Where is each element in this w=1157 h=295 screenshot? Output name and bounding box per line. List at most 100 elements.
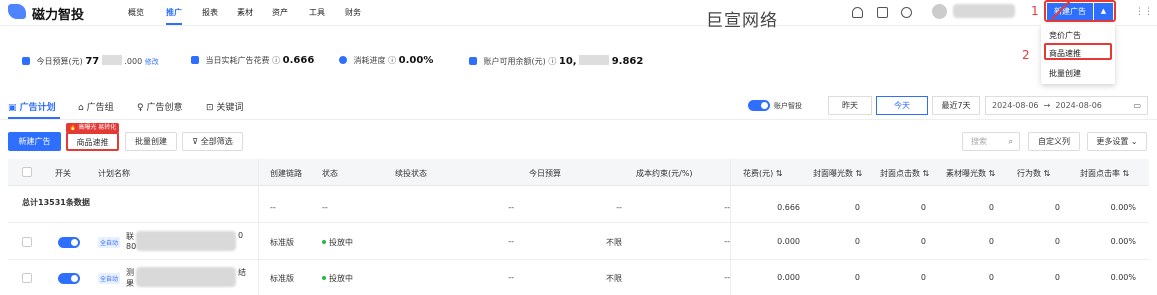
stat-spend-value: 0.666 (282, 55, 315, 66)
custom-columns-button[interactable]: 自定义列 (1028, 132, 1080, 151)
table-header: 开关 计划名称 创建链路 状态 续投状态 今日预算 成本约束(元/%) 花费(元… (8, 159, 1149, 186)
smart-toggle[interactable] (748, 100, 770, 111)
more-settings-label: 更多设置 (1096, 137, 1129, 146)
budget-icon (22, 57, 30, 65)
search-input[interactable]: 搜索 ⌕ (962, 132, 1020, 151)
search-placeholder: 搜索 (971, 137, 987, 146)
date-separator: → (1043, 101, 1051, 110)
plan-name-part[interactable]: 测 (126, 267, 134, 278)
col-spend[interactable]: 花费(元) ⇅ (743, 168, 783, 179)
date-last7-button[interactable]: 最近7天 (932, 96, 980, 115)
apps-grid-icon[interactable]: ⋮⋮ (1135, 7, 1153, 17)
nav-item-promote[interactable]: 推广 (166, 7, 182, 18)
col-cover-ctr-label: 封面点击率 (1080, 169, 1120, 178)
smart-toggle-label: 账户智投 (774, 102, 802, 110)
total-label: 总计13531条数据 (22, 198, 90, 207)
row-switch-toggle[interactable] (58, 237, 80, 248)
col-chain: 创建链路 (270, 169, 302, 178)
quick-promote-button[interactable]: 商品速推 (66, 132, 119, 151)
row-cost: -- (724, 237, 730, 246)
quick-promote-badge-text: 高曝光 易转化 (78, 124, 117, 131)
tab-keywords[interactable]: ⊡ 关键词 (206, 100, 243, 113)
total-renew: -- (508, 203, 514, 212)
dropdown-item-quick-promote[interactable]: 商品速推 (1049, 48, 1081, 59)
nav-item-tools[interactable]: 工具 (309, 7, 325, 18)
plan-name-redacted (136, 231, 236, 251)
row-switch-toggle[interactable] (58, 273, 80, 284)
col-plan-name[interactable]: 计划名称 (98, 168, 130, 179)
nav-item-finance[interactable]: 财务 (345, 7, 361, 18)
date-start: 2024-08-06 (992, 101, 1039, 110)
dropdown-item-batch-create[interactable]: 批量创建 (1049, 68, 1081, 79)
col-cost-limit: 成本约束(元/%) (636, 169, 693, 178)
message-icon[interactable] (877, 7, 888, 18)
bell-icon[interactable] (852, 7, 863, 18)
plan-name-part[interactable]: 联 (126, 231, 134, 242)
tab-ad-group[interactable]: ⌂ 广告组 (78, 100, 114, 113)
wallet-icon (469, 57, 477, 65)
stat-progress-label: 消耗进度 (353, 56, 386, 65)
all-filter-button[interactable]: ⊽ 全部筛选 (182, 132, 243, 151)
tab-ad-creative[interactable]: ♀ 广告创意 (137, 100, 182, 113)
stat-balance: 账户可用余额(元) ⓘ 10, 9.862 (469, 55, 643, 67)
stat-spend: 当日实耗广告花费 ⓘ 0.666 (191, 55, 314, 66)
nav-item-reports[interactable]: 报表 (202, 7, 218, 18)
dropdown-item-bidding-ad[interactable]: 竞价广告 (1049, 30, 1081, 41)
annotation-step-2: 2 (1022, 48, 1030, 62)
col-actions[interactable]: 行为数 ⇅ (1017, 168, 1050, 179)
date-today-button[interactable]: 今天 (876, 96, 928, 115)
total-cover-ctr: 0.00% (1110, 203, 1136, 212)
account-name-redacted[interactable] (953, 4, 1015, 18)
row-status: 投放中 (322, 237, 353, 248)
tab-ad-plan-label: 广告计划 (19, 103, 56, 113)
redacted-block (579, 55, 610, 65)
app-logo-text: 磁力智投 (32, 8, 85, 23)
col-cover-ctr[interactable]: 封面点击率 ⇅ (1080, 168, 1129, 179)
col-cover-clicks[interactable]: 封面点击数 ⇅ (880, 168, 929, 179)
select-all-checkbox[interactable] (22, 167, 32, 177)
col-material-impressions[interactable]: 素材曝光数 ⇅ (946, 168, 995, 179)
nav-item-assets[interactable]: 资产 (272, 7, 288, 18)
col-cover-impressions[interactable]: 封面曝光数 ⇅ (813, 168, 862, 179)
help-icon[interactable] (901, 7, 912, 18)
new-ad-button-group: 新建广告 ▲ (1044, 0, 1116, 22)
chevron-up-icon[interactable]: ▲ (1094, 3, 1113, 20)
total-spend: 0.666 (777, 203, 800, 212)
stat-spend-label: 当日实耗广告花费 (205, 56, 270, 65)
row-checkbox[interactable] (22, 273, 32, 283)
tab-ad-group-label: 广告组 (86, 103, 114, 113)
avatar[interactable] (932, 4, 947, 19)
pie-icon (339, 56, 347, 64)
batch-create-button[interactable]: 批量创建 (125, 132, 177, 151)
date-range-picker[interactable]: 2024-08-06 → 2024-08-06 ▭ (985, 96, 1148, 115)
more-settings-button[interactable]: 更多设置 ⌄ (1087, 132, 1147, 151)
date-yesterday-button[interactable]: 昨天 (828, 96, 872, 115)
status-dot (322, 240, 326, 244)
col-material-impressions-label: 素材曝光数 (946, 169, 986, 178)
row-cover-clicks: 0 (920, 237, 926, 246)
account-stats-bar: 今日预算(元) 77 .000 修改 当日实耗广告花费 ⓘ 0.666 消耗进度… (8, 46, 1008, 72)
stat-budget: 今日预算(元) 77 .000 修改 (22, 55, 159, 67)
auto-tag: 全自动 (98, 237, 121, 248)
row-checkbox[interactable] (22, 237, 32, 247)
stat-progress-value: 0.00% (398, 55, 434, 66)
table-row: 全自动 联 0 80 标准版 投放中 -- 不限 -- 0.000 0 0 0 … (8, 224, 1149, 260)
row-budget: 不限 (606, 274, 622, 283)
nav-item-overview[interactable]: 概览 (128, 7, 144, 18)
nav-active-underline (166, 23, 182, 25)
plan-name-redacted (136, 267, 236, 287)
tab-ad-plan[interactable]: ▣ 广告计划 (8, 100, 56, 113)
new-ad-primary-button[interactable]: 新建广告 (8, 132, 61, 151)
stat-balance-suffix: 9.862 (611, 56, 644, 67)
row-cover-impressions: 0 (854, 237, 860, 246)
tab-keywords-label: 关键词 (216, 103, 244, 113)
row-renew: -- (508, 273, 514, 282)
edit-budget-link[interactable]: 修改 (145, 58, 159, 66)
calendar-icon: ▭ (1133, 101, 1141, 110)
col-renew-status: 续投状态 (395, 169, 427, 178)
nav-item-material[interactable]: 素材 (237, 7, 253, 18)
annotation-step-1: 1 (1031, 4, 1039, 18)
tab-ad-creative-label: 广告创意 (146, 103, 183, 113)
stat-budget-value-suffix: .000 (124, 57, 143, 66)
col-status: 状态 (322, 169, 338, 178)
